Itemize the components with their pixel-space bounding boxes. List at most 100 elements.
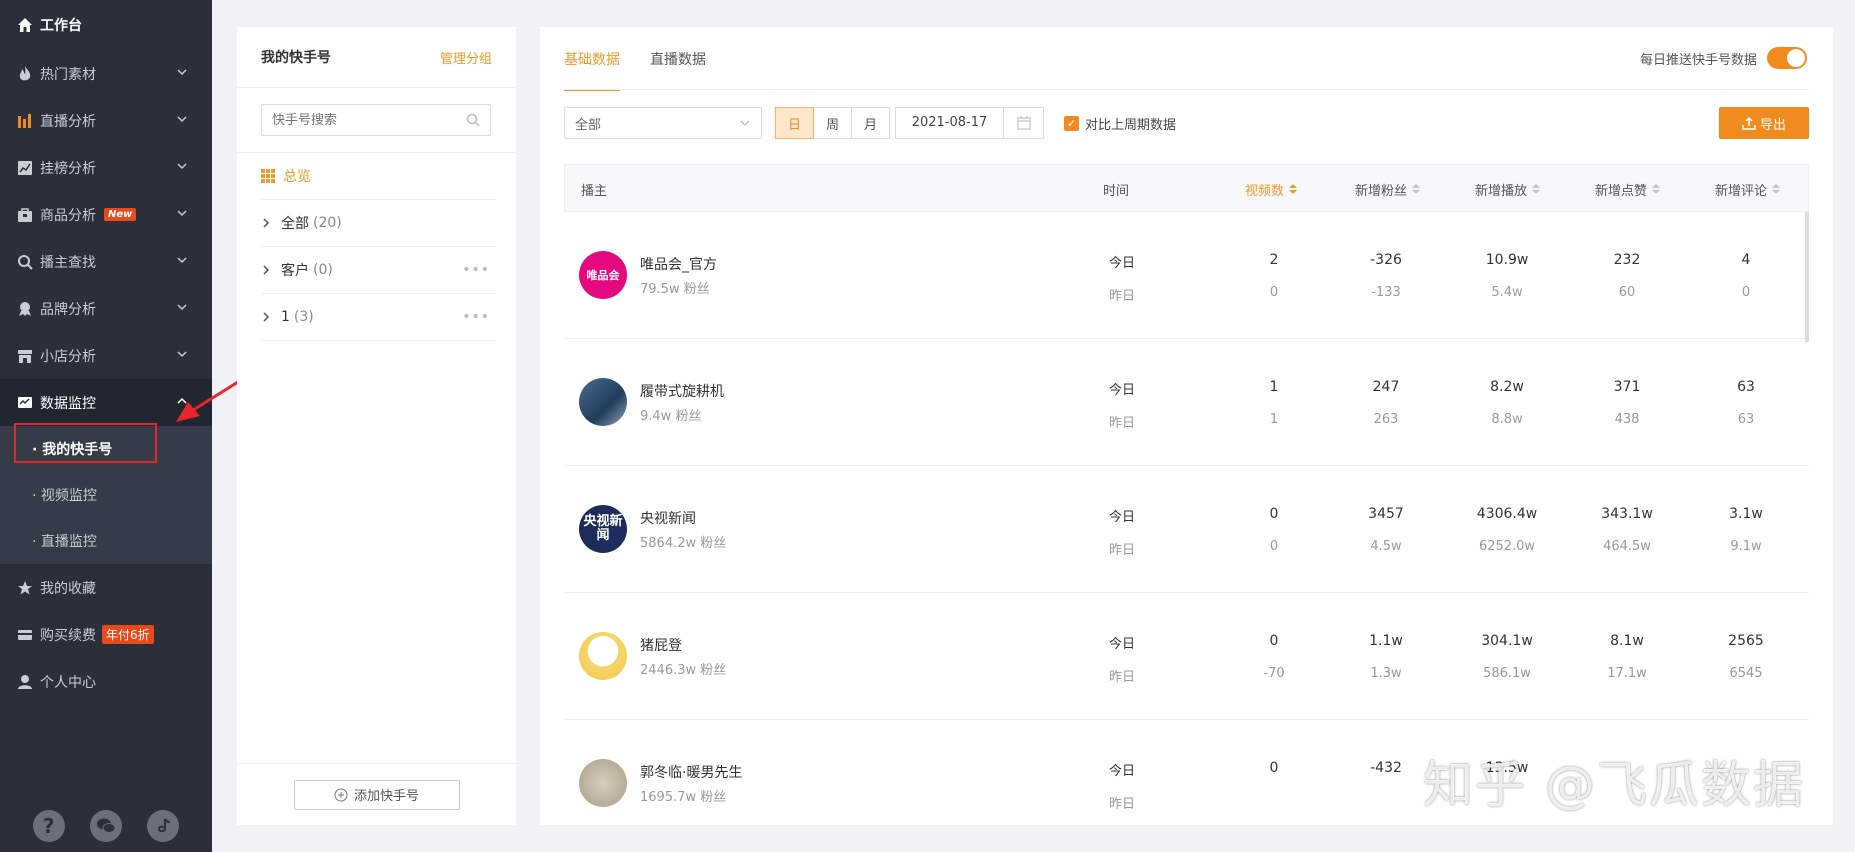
sidebar-item-rank-analysis[interactable]: 挂榜分析 [0, 144, 212, 191]
date-value[interactable]: 2021-08-17 [896, 108, 1004, 138]
chevron-down-icon [740, 120, 750, 126]
avatar[interactable] [579, 759, 627, 807]
data-tabs: 基础数据 直播数据 [564, 27, 736, 91]
group-item-all[interactable]: 全部 (20) [261, 200, 496, 247]
sidebar-item-purchase[interactable]: 购买续费 年付6折 [0, 611, 212, 658]
more-options-icon[interactable]: ••• [462, 262, 490, 278]
chevron-right-icon[interactable] [261, 218, 271, 228]
table-row[interactable]: 央视新闻 央视新闻 5864.2w 粉丝 今日 昨日 0 0 3457 4.5w 4306.4w 6… [564, 466, 1809, 593]
link-icon[interactable] [147, 810, 180, 842]
account-group-panel: 我的快手号 管理分组 总览 全部 (20) 客户 (0) ••• 1 (3) •… [237, 27, 516, 825]
table-row[interactable]: 猪屁登 2446.3w 粉丝 今日 昨日 0 -70 1.1w 1.3w 304.1w 586.1… [564, 593, 1809, 720]
col-video-count[interactable]: 视频数 [1245, 165, 1298, 213]
tab-live-data[interactable]: 直播数据 [650, 27, 706, 90]
compare-label: 对比上周期数据 [1085, 117, 1177, 133]
group-item-client[interactable]: 客户 (0) ••• [261, 247, 496, 294]
sort-icon[interactable] [1412, 184, 1421, 194]
chevron-right-icon[interactable] [261, 312, 271, 322]
account-search-wrap [237, 88, 516, 153]
wechat-icon[interactable] [89, 810, 122, 842]
col-new-plays[interactable]: 新增播放 [1475, 165, 1541, 213]
submenu-item-video-monitor[interactable]: · 视频监控 [0, 472, 212, 518]
checkbox-checked-icon[interactable]: ✓ [1064, 115, 1079, 131]
export-button[interactable]: 导出 [1719, 107, 1809, 139]
col-new-comments[interactable]: 新增评论 [1715, 165, 1781, 213]
sidebar-item-product-analysis[interactable]: 商品分析 New [0, 191, 212, 238]
col-new-fans[interactable]: 新增粉丝 [1355, 165, 1421, 213]
yesterday-label: 昨日 [1109, 797, 1136, 812]
calendar-icon[interactable] [1004, 116, 1043, 130]
yesterday-label: 昨日 [1109, 289, 1136, 304]
cell-today: 371 [1613, 379, 1641, 395]
table-scrollbar[interactable] [1805, 212, 1809, 342]
avatar[interactable] [579, 378, 627, 426]
table-row[interactable]: 履带式旋耕机 9.4w 粉丝 今日 昨日 1 1 247 263 8.2w 8.8w 371 438 6… [564, 339, 1809, 466]
account-name[interactable]: 履带式旋耕机 [640, 381, 724, 401]
cell-today: 10.9w [1485, 252, 1529, 268]
cell-yesterday: -133 [1371, 285, 1401, 300]
table-row[interactable]: 唯品会 唯品会_官方 79.5w 粉丝 今日 昨日 2 0 -326 -133 10.9w 5.4w… [564, 212, 1809, 339]
group-panel-footer: 添加快手号 [237, 763, 516, 825]
cell-yesterday: 8.8w [1491, 412, 1523, 427]
period-switch: 日 周 月 [775, 107, 890, 139]
cell-today: 8.1w [1610, 633, 1644, 649]
col-time: 时间 [1103, 183, 1130, 199]
account-name[interactable]: 唯品会_官方 [640, 254, 717, 274]
more-options-icon[interactable]: ••• [462, 309, 490, 325]
group-select[interactable]: 全部 [564, 107, 762, 139]
sidebar-item-label: 数据监控 [40, 395, 96, 412]
account-name[interactable]: 郭冬临·暖男先生 [640, 762, 742, 782]
today-label: 今日 [1109, 764, 1136, 779]
cell-today: 1 [1269, 379, 1279, 395]
chevron-right-icon[interactable] [261, 265, 271, 275]
group-name: 1 [281, 309, 290, 325]
search-icon[interactable] [466, 113, 480, 127]
cell-yesterday: 0 [1741, 285, 1751, 300]
cell-today: 232 [1613, 252, 1641, 268]
help-icon[interactable]: ? [32, 810, 65, 842]
fire-icon [16, 65, 34, 83]
avatar[interactable] [579, 632, 627, 680]
period-month-button[interactable]: 月 [851, 107, 890, 139]
account-name[interactable]: 猪屁登 [640, 635, 682, 655]
date-picker[interactable]: 2021-08-17 [895, 107, 1044, 139]
avatar[interactable]: 央视新闻 [579, 505, 627, 553]
bar-chart-icon [16, 112, 34, 130]
sidebar-item-workbench[interactable]: 工作台 [0, 0, 212, 50]
search-icon [16, 253, 34, 271]
col-new-likes[interactable]: 新增点赞 [1595, 165, 1661, 213]
compare-checkbox[interactable]: ✓ 对比上周期数据 [1064, 107, 1176, 139]
star-icon [16, 579, 34, 597]
cell-today: 2 [1269, 252, 1279, 268]
sidebar-item-live-analysis[interactable]: 直播分析 [0, 97, 212, 144]
group-item-1[interactable]: 1 (3) ••• [261, 294, 496, 341]
avatar[interactable]: 唯品会 [579, 251, 627, 299]
sidebar-item-hot-material[interactable]: 热门素材 [0, 50, 212, 97]
sidebar-item-favorites[interactable]: 我的收藏 [0, 564, 212, 611]
group-item-overview[interactable]: 总览 [261, 153, 496, 200]
sidebar-item-profile[interactable]: 个人中心 [0, 658, 212, 705]
today-label: 今日 [1109, 383, 1136, 398]
sort-icon[interactable] [1652, 184, 1661, 194]
account-name[interactable]: 央视新闻 [640, 508, 696, 528]
user-icon [16, 673, 34, 691]
daily-push-toggle[interactable] [1767, 47, 1807, 69]
card-icon [16, 626, 34, 644]
sidebar-item-brand-analysis[interactable]: 品牌分析 [0, 285, 212, 332]
tab-basic-data[interactable]: 基础数据 [564, 27, 620, 91]
cell-yesterday: 586.1w [1483, 666, 1531, 681]
sort-icon[interactable] [1289, 184, 1298, 194]
add-account-button[interactable]: 添加快手号 [293, 779, 460, 810]
group-overview-label: 总览 [283, 169, 311, 185]
period-week-button[interactable]: 周 [813, 107, 852, 139]
sort-icon[interactable] [1772, 184, 1781, 194]
submenu-item-live-monitor[interactable]: · 直播监控 [0, 518, 212, 564]
account-search-input[interactable] [272, 112, 452, 128]
sidebar-item-streamer-search[interactable]: 播主查找 [0, 238, 212, 285]
sidebar-item-shop-analysis[interactable]: 小店分析 [0, 332, 212, 379]
manage-groups-link[interactable]: 管理分组 [440, 48, 492, 67]
sort-icon[interactable] [1532, 184, 1541, 194]
account-fans: 5864.2w 粉丝 [640, 536, 727, 551]
home-icon [16, 16, 34, 34]
period-day-button[interactable]: 日 [775, 107, 814, 139]
